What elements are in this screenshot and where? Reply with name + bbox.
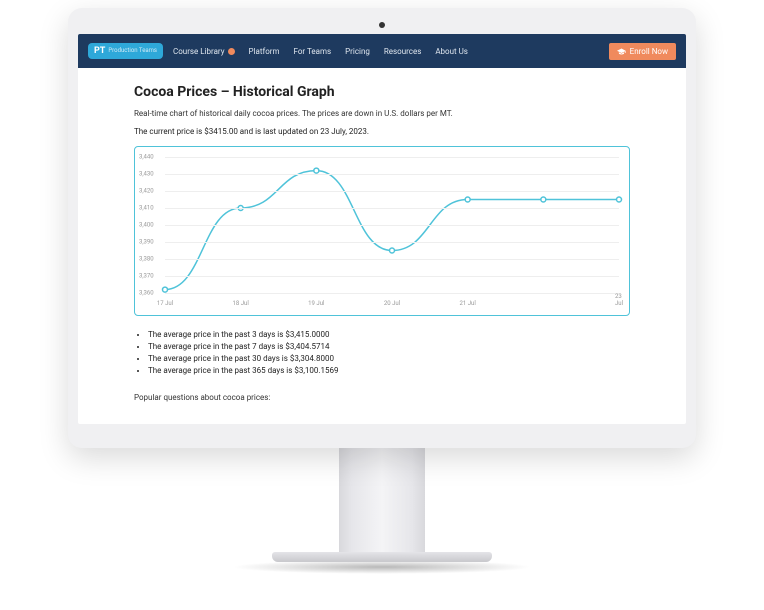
averages-list: The average price in the past 3 days is … bbox=[148, 330, 630, 375]
x-tick-label: 18 Jul bbox=[233, 300, 249, 307]
logo-subtext: Production Teams bbox=[108, 48, 157, 54]
nav-about-us[interactable]: About Us bbox=[435, 47, 468, 56]
y-tick-label: 3,360 bbox=[139, 290, 154, 297]
list-item: The average price in the past 365 days i… bbox=[148, 366, 630, 375]
x-tick-label: 20 Jul bbox=[384, 300, 400, 307]
monitor-stand-neck bbox=[339, 448, 425, 558]
y-tick-label: 3,370 bbox=[139, 273, 154, 280]
logo[interactable]: PT Production Teams bbox=[88, 43, 163, 59]
page-description: Real-time chart of historical daily coco… bbox=[134, 108, 630, 119]
enroll-label: Enroll Now bbox=[630, 47, 668, 56]
logo-pt: PT bbox=[94, 46, 105, 56]
y-tick-label: 3,380 bbox=[139, 256, 154, 263]
page-title: Cocoa Prices – Historical Graph bbox=[134, 84, 630, 100]
nav-course-library[interactable]: Course Library bbox=[173, 47, 234, 56]
chart-plot-area: 3,3603,3703,3803,3903,4003,4103,4203,430… bbox=[165, 157, 619, 293]
monitor-frame: PT Production Teams Course Library Platf… bbox=[68, 8, 696, 448]
camera-dot bbox=[379, 22, 385, 28]
enroll-button[interactable]: Enroll Now bbox=[609, 43, 676, 60]
nav-resources[interactable]: Resources bbox=[384, 47, 421, 56]
x-tick-label: 19 Jul bbox=[308, 300, 324, 307]
nav-platform[interactable]: Platform bbox=[249, 47, 280, 56]
nav-course-library-label: Course Library bbox=[173, 47, 224, 56]
x-tick-label: 23 Jul bbox=[615, 293, 623, 307]
chart-container: 3,360 3,370 3,380 3,390 3,400 3,410 3,420 3,430… bbox=[134, 146, 630, 316]
nav-for-teams[interactable]: For Teams bbox=[294, 47, 332, 56]
nav-pricing[interactable]: Pricing bbox=[345, 47, 370, 56]
list-item: The average price in the past 30 days is… bbox=[148, 354, 630, 363]
popular-questions-heading: Popular questions about cocoa prices: bbox=[134, 393, 630, 402]
list-item: The average price in the past 7 days is … bbox=[148, 342, 630, 351]
list-item: The average price in the past 3 days is … bbox=[148, 330, 630, 339]
notification-badge-icon bbox=[228, 48, 235, 55]
monitor-stand-base bbox=[272, 552, 492, 562]
main-content: Cocoa Prices – Historical Graph Real-tim… bbox=[78, 68, 686, 402]
y-tick-label: 3,430 bbox=[139, 171, 154, 178]
y-tick-label: 3,390 bbox=[139, 239, 154, 246]
x-tick-label: 21 Jul bbox=[460, 300, 476, 307]
y-tick-label: 3,410 bbox=[139, 205, 154, 212]
navbar: PT Production Teams Course Library Platf… bbox=[78, 34, 686, 68]
x-tick-label: 17 Jul bbox=[157, 300, 173, 307]
y-tick-label: 3,440 bbox=[139, 154, 154, 161]
screen: PT Production Teams Course Library Platf… bbox=[78, 34, 686, 424]
monitor-shadow bbox=[232, 560, 532, 574]
y-tick-label: 3,420 bbox=[139, 188, 154, 195]
graduation-cap-icon bbox=[617, 48, 626, 55]
y-tick-label: 3,400 bbox=[139, 222, 154, 229]
monitor-chin bbox=[68, 424, 696, 448]
current-price-text: The current price is $3415.00 and is las… bbox=[134, 127, 630, 136]
